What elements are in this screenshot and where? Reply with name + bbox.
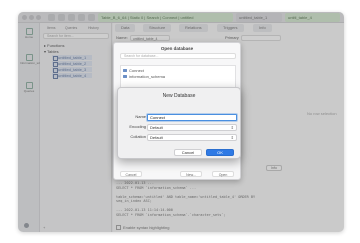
database-item[interactable]: information_schema <box>123 74 165 79</box>
new-database-button[interactable]: New... <box>180 171 202 177</box>
ok-button[interactable]: OK <box>206 149 234 156</box>
app-window: Table_B_6_64 | Static 0 | Search | Conne… <box>18 12 344 232</box>
open-db-cancel-button[interactable]: Cancel <box>120 171 142 177</box>
database-search-input[interactable]: Search for database... <box>120 53 236 59</box>
collation-label: Collation <box>130 134 146 139</box>
database-item[interactable]: Connect <box>123 68 144 73</box>
encoding-select[interactable]: Default ⇕ <box>147 124 237 131</box>
chevron-updown-icon: ⇕ <box>230 125 234 130</box>
collation-select[interactable]: Default ⇕ <box>147 134 237 141</box>
database-name-input[interactable]: Connect <box>147 114 237 121</box>
encoding-label: Encoding <box>129 124 146 129</box>
open-database-button[interactable]: Open <box>212 171 234 177</box>
new-database-title: New Database <box>162 93 196 99</box>
cancel-button[interactable]: Cancel <box>174 149 202 156</box>
open-database-title: Open database <box>160 46 194 51</box>
chevron-updown-icon: ⇕ <box>230 135 234 140</box>
name-label: Name <box>135 114 146 119</box>
new-database-dialog: New Database Name Connect Encoding Defau… <box>117 87 241 159</box>
